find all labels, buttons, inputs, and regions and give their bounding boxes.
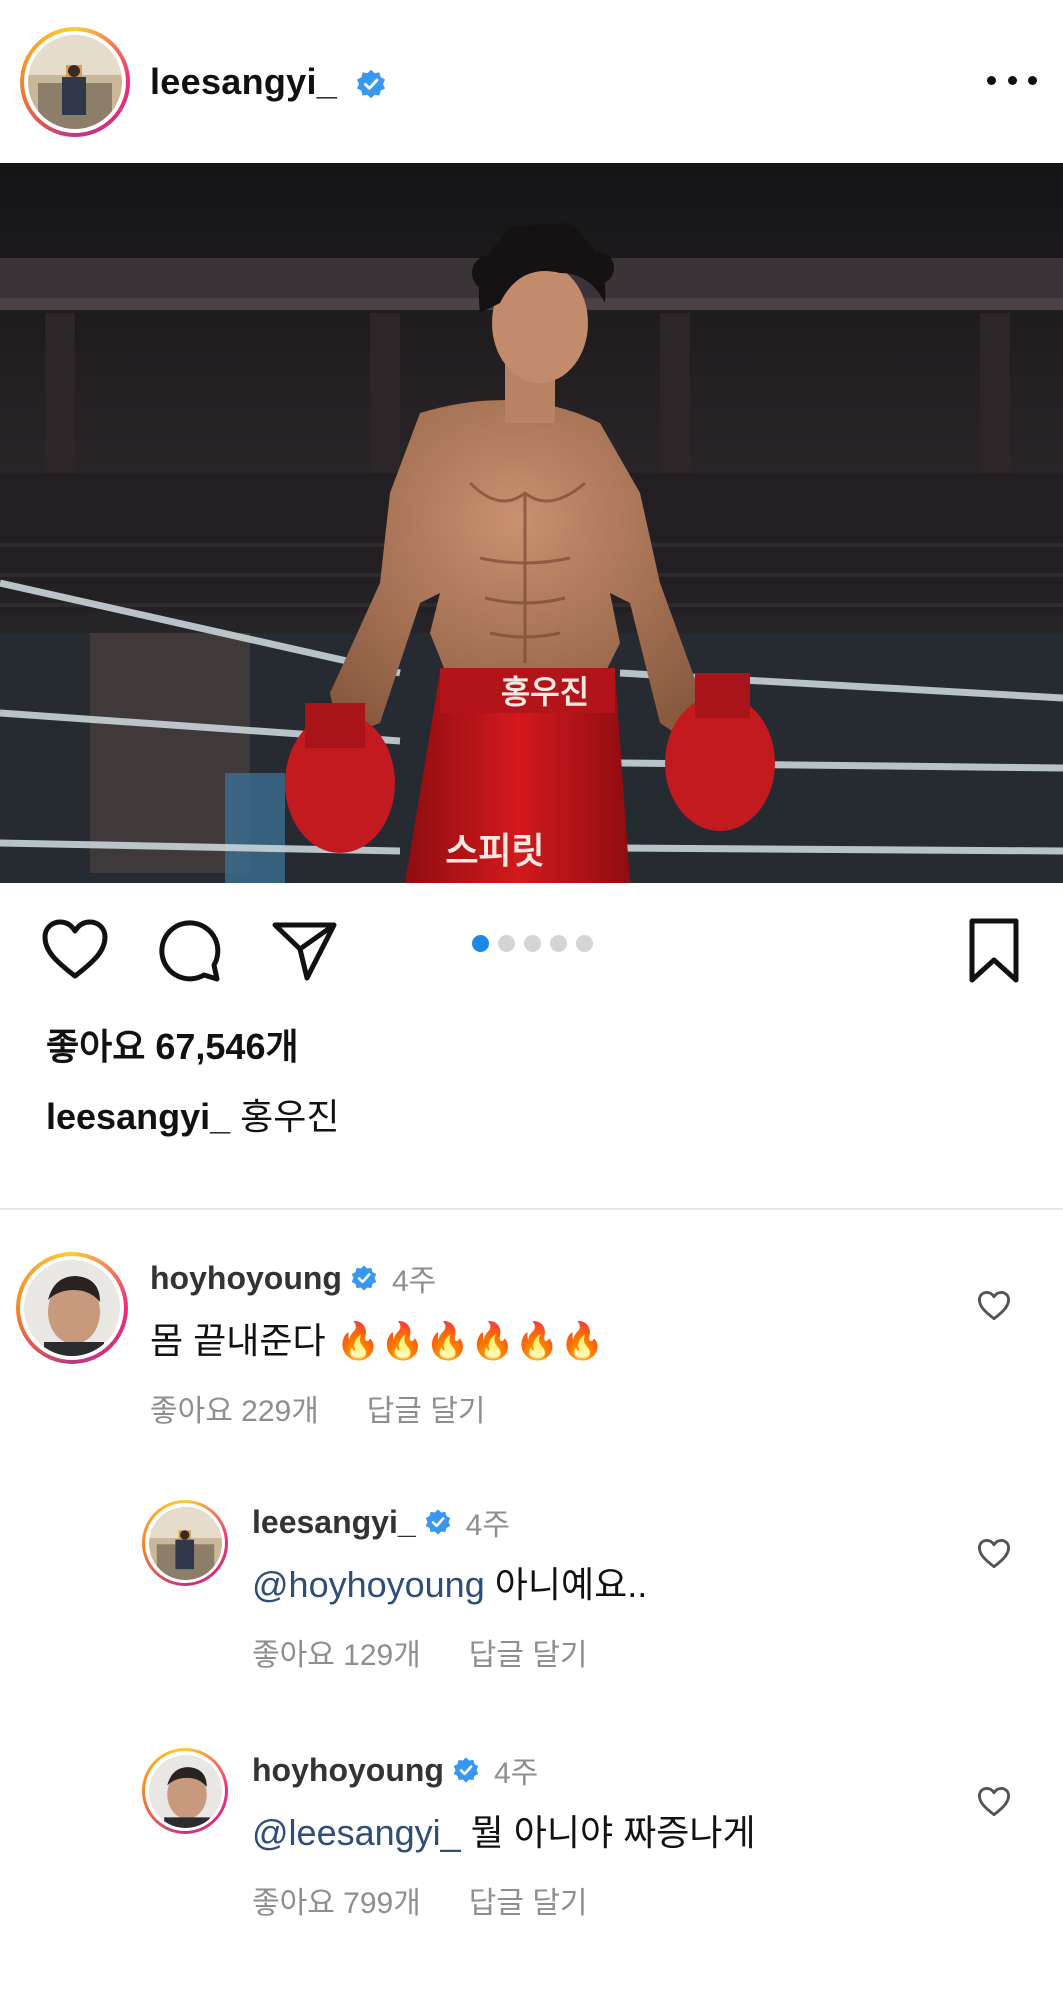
- verified-badge-icon: [351, 1265, 377, 1291]
- comment-avatar-ring[interactable]: [142, 1748, 228, 1834]
- profile-avatar[interactable]: [28, 34, 122, 129]
- carousel-dot[interactable]: [498, 935, 515, 952]
- caption-username[interactable]: leesangyi_: [46, 1096, 230, 1137]
- reply-item: leesangyi_ 4주 @hoyhoyoung 아니예요.. 좋아요 129…: [142, 1500, 647, 1674]
- comment-likes[interactable]: 좋아요 129개: [252, 1630, 421, 1674]
- comment-like-heart-icon[interactable]: [977, 1290, 1011, 1322]
- comment-username[interactable]: hoyhoyoung: [252, 1752, 444, 1789]
- post-caption: leesangyi_ 홍우진: [46, 1088, 340, 1140]
- trunks-name-text: 홍우진: [501, 673, 589, 711]
- post-header: leesangyi_: [0, 0, 1063, 163]
- carousel-dot[interactable]: [524, 935, 541, 952]
- paper-plane-icon[interactable]: [270, 918, 340, 984]
- commenter-avatar[interactable]: [148, 1506, 222, 1580]
- comment-time: 4주: [493, 1757, 539, 1790]
- comment-likes[interactable]: 좋아요 229개: [150, 1386, 319, 1430]
- comment-like-heart-icon[interactable]: [977, 1786, 1011, 1818]
- commenter-avatar[interactable]: [148, 1754, 222, 1828]
- comment-username[interactable]: hoyhoyoung: [150, 1260, 342, 1297]
- comment-time: 4주: [465, 1509, 510, 1542]
- verified-badge-icon: [425, 1509, 450, 1535]
- verified-badge-icon: [453, 1757, 479, 1783]
- more-options-icon[interactable]: [987, 68, 1037, 92]
- post-photo[interactable]: 홍우진 스피릿: [0, 163, 1063, 883]
- comment-mention[interactable]: @hoyhoyoung: [252, 1564, 485, 1605]
- bookmark-icon[interactable]: [964, 916, 1024, 986]
- comment-avatar-ring[interactable]: [16, 1252, 128, 1364]
- reply-button[interactable]: 답글 달기: [367, 1386, 486, 1430]
- carousel-dot[interactable]: [550, 935, 567, 952]
- story-ring[interactable]: [20, 26, 130, 137]
- post-username-text[interactable]: leesangyi_: [150, 61, 337, 102]
- comment-avatar-ring[interactable]: [142, 1500, 228, 1586]
- divider: [0, 1208, 1063, 1210]
- comment-mention[interactable]: @leesangyi_: [252, 1812, 461, 1853]
- comment-text: @hoyhoyoung 아니예요..: [252, 1556, 647, 1608]
- verified-badge-icon: [357, 69, 386, 99]
- comment-item: hoyhoyoung 4주 몸 끝내준다 🔥🔥🔥🔥🔥🔥 좋아요 229개 답글 …: [16, 1252, 605, 1430]
- comment-text-body: 뭘 아니야 짜증나게: [460, 1812, 756, 1853]
- likes-count[interactable]: 좋아요 67,546개: [46, 1018, 299, 1070]
- reply-button[interactable]: 답글 달기: [469, 1630, 588, 1674]
- comment-time: 4주: [391, 1265, 437, 1298]
- comment-like-heart-icon[interactable]: [977, 1538, 1011, 1570]
- comment-username[interactable]: leesangyi_: [252, 1504, 416, 1541]
- heart-icon[interactable]: [40, 918, 110, 982]
- comment-text-body: 몸 끝내준다 🔥🔥🔥🔥🔥🔥: [150, 1320, 605, 1361]
- reply-item: hoyhoyoung 4주 @leesangyi_ 뭘 아니야 짜증나게 좋아요…: [142, 1748, 756, 1922]
- commenter-avatar[interactable]: [24, 1260, 120, 1356]
- comment-text-body: 아니예요..: [484, 1564, 648, 1605]
- reply-button[interactable]: 답글 달기: [469, 1878, 588, 1922]
- comment-text: 몸 끝내준다 🔥🔥🔥🔥🔥🔥: [150, 1312, 605, 1364]
- carousel-dot[interactable]: [576, 935, 593, 952]
- post-username[interactable]: leesangyi_: [150, 61, 387, 103]
- comment-likes[interactable]: 좋아요 799개: [252, 1878, 421, 1922]
- caption-text: 홍우진: [240, 1096, 340, 1137]
- trunks-side-text: 스피릿: [445, 831, 544, 872]
- carousel-indicator: [472, 935, 593, 952]
- carousel-dot[interactable]: [472, 935, 489, 952]
- comment-text: @leesangyi_ 뭘 아니야 짜증나게: [252, 1804, 756, 1856]
- comment-icon[interactable]: [157, 918, 223, 984]
